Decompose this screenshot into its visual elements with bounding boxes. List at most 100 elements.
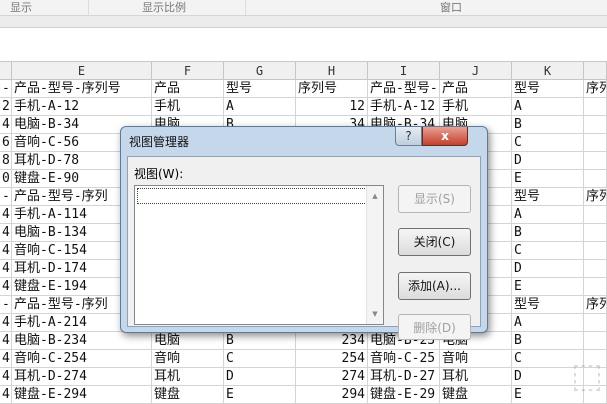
scroll-down-icon[interactable]: ▼ <box>367 310 383 318</box>
cell[interactable]: 键盘-E-294 <box>12 386 152 404</box>
cell[interactable] <box>584 152 607 170</box>
cell[interactable]: A <box>512 206 584 224</box>
cell[interactable]: 4 <box>0 206 12 224</box>
cell[interactable]: C <box>224 350 296 368</box>
cell[interactable]: 产品-型号- <box>368 80 440 98</box>
cell[interactable]: - <box>0 188 12 206</box>
column-header[interactable]: H <box>296 62 368 80</box>
cell[interactable]: C <box>512 134 584 152</box>
column-header[interactable] <box>584 62 607 80</box>
cell[interactable]: 产品 <box>152 80 224 98</box>
column-header[interactable]: G <box>224 62 296 80</box>
cell[interactable] <box>584 134 607 152</box>
column-header[interactable]: E <box>12 62 152 80</box>
column-header[interactable]: J <box>440 62 512 80</box>
cell[interactable]: 电脑 <box>152 332 224 350</box>
cell[interactable]: B <box>512 116 584 134</box>
add-button[interactable]: 添加(A)... <box>398 272 471 300</box>
cell[interactable]: 序列 <box>584 296 607 314</box>
cell[interactable]: 6 <box>0 134 12 152</box>
cell[interactable]: A <box>224 98 296 116</box>
cell[interactable]: E <box>512 170 584 188</box>
cell[interactable]: B <box>512 332 584 350</box>
cell[interactable] <box>584 278 607 296</box>
cell[interactable]: 4 <box>0 332 12 350</box>
cell[interactable]: C <box>512 242 584 260</box>
cell[interactable]: 4 <box>0 314 12 332</box>
list-focus-item[interactable] <box>137 188 367 204</box>
cell[interactable]: A <box>512 314 584 332</box>
cell[interactable]: 手机 <box>152 98 224 116</box>
column-header[interactable]: I <box>368 62 440 80</box>
cell[interactable] <box>584 260 607 278</box>
close-button[interactable]: 关闭(C) <box>398 228 471 256</box>
cell[interactable]: A <box>512 98 584 116</box>
cell[interactable]: 序列号 <box>296 80 368 98</box>
cell[interactable]: 4 <box>0 224 12 242</box>
cell[interactable]: B <box>512 224 584 242</box>
cell[interactable]: - <box>0 80 12 98</box>
show-button[interactable]: 显示(S) <box>398 185 471 213</box>
cell[interactable]: 4 <box>0 260 12 278</box>
help-button[interactable]: ? <box>395 127 422 146</box>
cell[interactable] <box>584 332 607 350</box>
cell[interactable]: 耳机 <box>440 368 512 386</box>
scroll-up-icon[interactable]: ▲ <box>367 192 383 200</box>
delete-button[interactable]: 删除(D) <box>398 314 471 340</box>
cell[interactable]: 手机-A-12 <box>12 98 152 116</box>
cell[interactable]: D <box>512 260 584 278</box>
cell[interactable]: 4 <box>0 350 12 368</box>
cell[interactable]: 254 <box>296 350 368 368</box>
cell[interactable] <box>584 116 607 134</box>
list-scrollbar[interactable]: ▲ ▼ <box>366 186 383 324</box>
cell[interactable]: E <box>512 278 584 296</box>
cell[interactable]: 12 <box>296 98 368 116</box>
views-list[interactable]: ▲ ▼ <box>134 185 384 325</box>
cell[interactable] <box>584 98 607 116</box>
cell[interactable]: 键盘-E-29 <box>368 386 440 404</box>
cell[interactable]: 产品 <box>440 80 512 98</box>
cell[interactable]: 0 <box>0 170 12 188</box>
cell[interactable]: B <box>224 332 296 350</box>
cell[interactable]: 手机-A-12 <box>368 98 440 116</box>
cell[interactable]: 耳机-D-274 <box>12 368 152 386</box>
cell[interactable] <box>584 242 607 260</box>
cell[interactable]: 8 <box>0 152 12 170</box>
cell[interactable]: 耳机 <box>152 368 224 386</box>
cell[interactable]: 音响 <box>152 350 224 368</box>
cell[interactable]: 2 <box>0 98 12 116</box>
cell[interactable]: 手机 <box>440 98 512 116</box>
cell[interactable]: 4 <box>0 242 12 260</box>
cell[interactable]: 294 <box>296 386 368 404</box>
cell[interactable] <box>584 170 607 188</box>
cell[interactable]: 型号 <box>512 188 584 206</box>
column-header[interactable] <box>0 62 12 80</box>
cell[interactable]: 键盘 <box>440 386 512 404</box>
cell[interactable]: 键盘 <box>152 386 224 404</box>
cell[interactable]: 4 <box>0 116 12 134</box>
column-header[interactable]: F <box>152 62 224 80</box>
cell[interactable]: 电脑-B-234 <box>12 332 152 350</box>
cell[interactable]: 234 <box>296 332 368 350</box>
cell[interactable] <box>584 224 607 242</box>
cell[interactable]: D <box>512 152 584 170</box>
cell[interactable]: 序列 <box>584 188 607 206</box>
cell[interactable]: 型号 <box>512 80 584 98</box>
cell[interactable]: 4 <box>0 368 12 386</box>
close-icon[interactable]: x <box>422 127 468 146</box>
cell[interactable]: 型号 <box>512 296 584 314</box>
cell[interactable]: D <box>224 368 296 386</box>
cell[interactable]: 音响-C-25 <box>368 350 440 368</box>
cell[interactable]: E <box>224 386 296 404</box>
cell[interactable]: 型号 <box>224 80 296 98</box>
cell[interactable]: 274 <box>296 368 368 386</box>
cell[interactable]: 4 <box>0 278 12 296</box>
cell[interactable] <box>584 314 607 332</box>
cell[interactable]: 音响-C-254 <box>12 350 152 368</box>
cell[interactable]: 音响 <box>440 350 512 368</box>
cell[interactable]: 序列号 <box>584 80 607 98</box>
column-header[interactable]: K <box>512 62 584 80</box>
cell[interactable]: 产品-型号-序列号 <box>12 80 152 98</box>
cell[interactable]: 4 <box>0 386 12 404</box>
cell[interactable]: 耳机-D-27 <box>368 368 440 386</box>
